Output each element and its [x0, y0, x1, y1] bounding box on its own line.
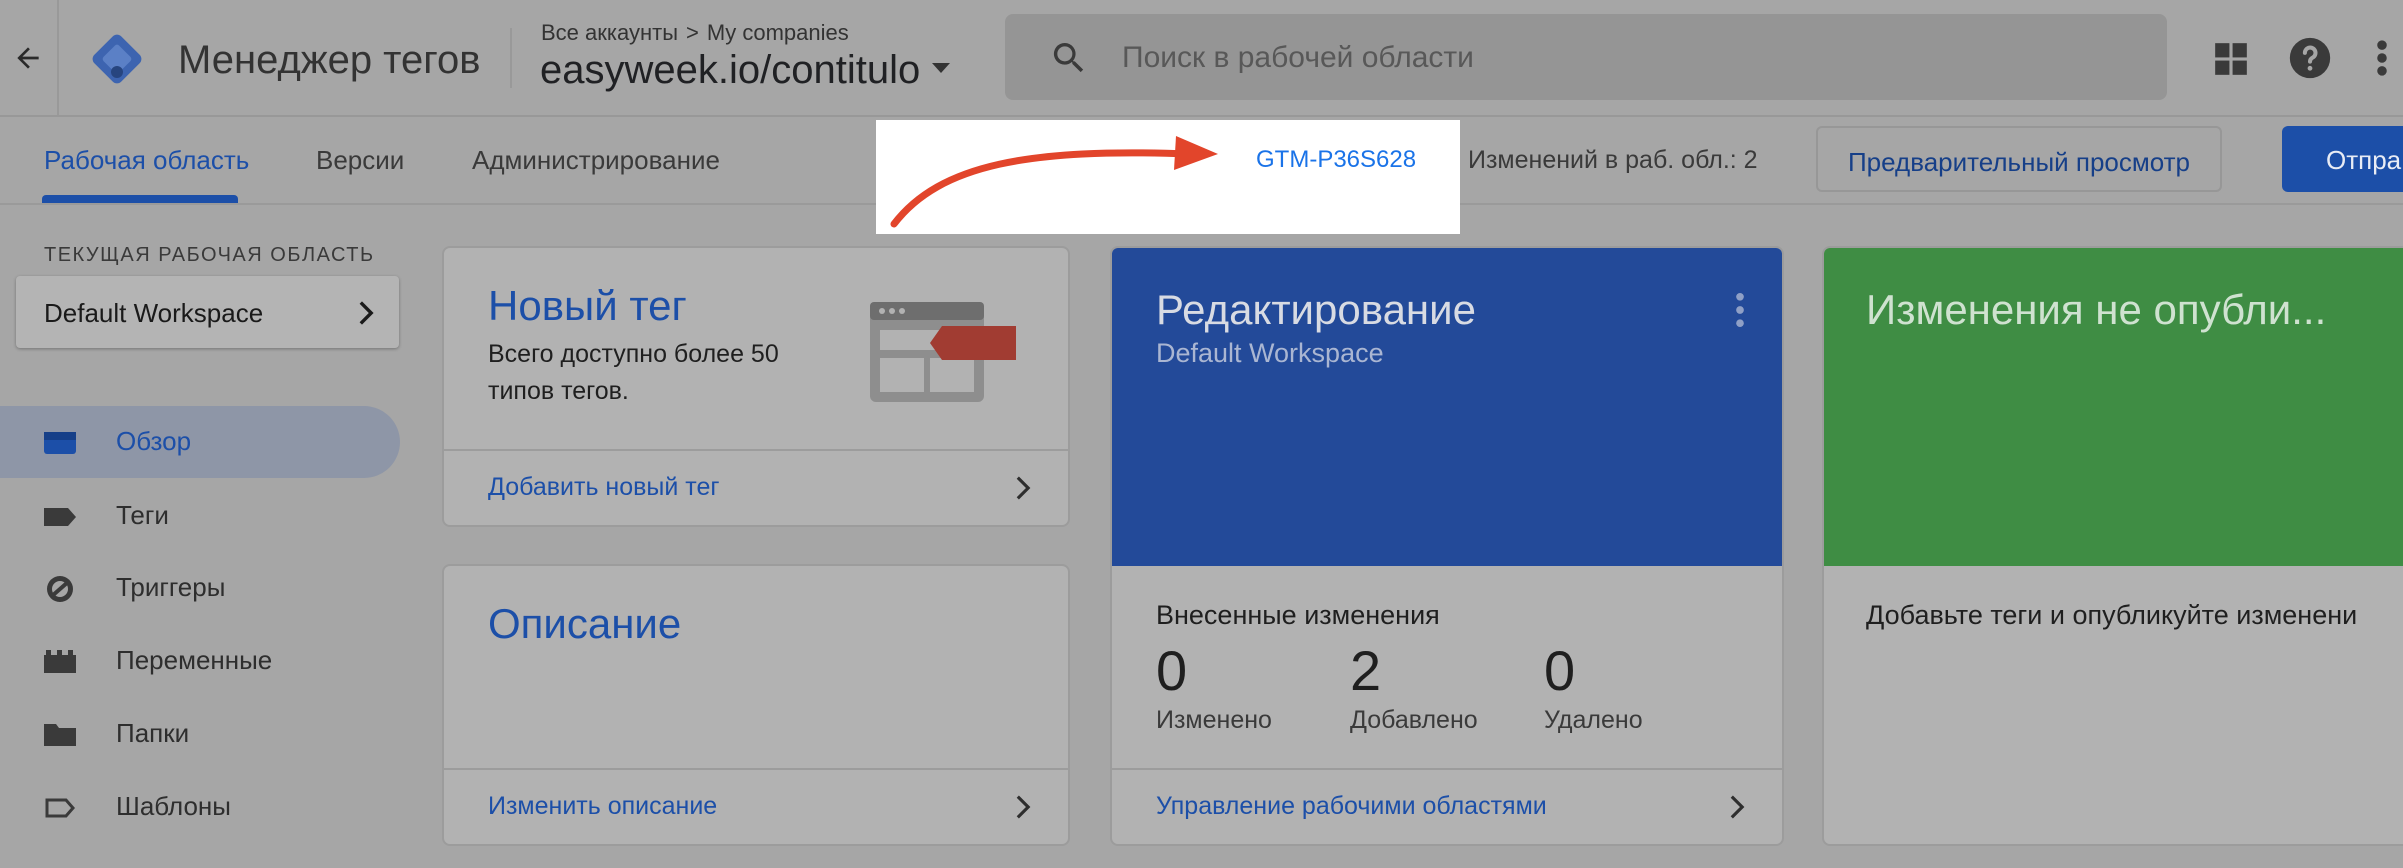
overview-icon [44, 432, 76, 454]
breadcrumb-separator: > [686, 20, 699, 45]
search-icon[interactable] [1049, 38, 1089, 78]
breadcrumb-all-accounts[interactable]: Все аккаунты [541, 20, 678, 45]
editing-footer[interactable]: Управление рабочими областями [1112, 768, 1782, 844]
workspace-selector[interactable]: Default Workspace [16, 276, 399, 348]
more-vert-icon[interactable] [1734, 292, 1746, 328]
editing-title: Редактирование [1156, 286, 1476, 333]
unpublished-changes-card: Изменения не опубли... Добавьте теги и о… [1822, 246, 2403, 846]
apps-grid-icon[interactable] [2212, 40, 2250, 78]
stat-value: 0 [1156, 639, 1188, 702]
sidebar-item-label: Шаблоны [116, 791, 231, 821]
editing-card: Редактирование Default Workspace Внесенн… [1110, 246, 1784, 846]
search-bar[interactable] [1005, 14, 2167, 100]
manage-workspaces-link[interactable]: Управление рабочими областями [1156, 792, 1547, 821]
chevron-right-icon [1016, 476, 1031, 500]
unpublished-title: Изменения не опубли... [1866, 286, 2327, 333]
editing-card-header: Редактирование Default Workspace [1112, 248, 1782, 566]
header-divider [57, 0, 59, 115]
variables-icon [44, 650, 76, 673]
template-icon [45, 798, 75, 818]
sidebar-item-label: Обзор [116, 426, 192, 456]
description-title[interactable]: Описание [488, 600, 681, 648]
sidebar-item-label: Переменные [116, 645, 273, 675]
sidebar-item-tags[interactable]: Теги [0, 480, 400, 552]
preview-button[interactable]: Предварительный просмотр [1816, 126, 2222, 192]
container-name[interactable]: easyweek.io/contitulo [540, 48, 920, 92]
new-tag-description: Всего доступно более 50 типов тегов. [488, 340, 779, 405]
stat-label: Удалено [1544, 706, 1643, 734]
new-tag-footer[interactable]: Добавить новый тег [444, 449, 1068, 525]
add-new-tag-link[interactable]: Добавить новый тег [488, 473, 720, 502]
sidebar-item-label: Папки [116, 718, 190, 748]
top-app-bar: Менеджер тегов Все аккаунты > My companies… [0, 0, 2403, 117]
workspace-name: Default Workspace [44, 298, 264, 328]
new-tag-title[interactable]: Новый тег [488, 282, 687, 330]
back-arrow-icon[interactable] [12, 42, 44, 74]
sidebar-item-templates[interactable]: Шаблоны [0, 771, 400, 843]
container-id-link[interactable]: GTM-P36S628 [1256, 146, 1416, 174]
help-icon[interactable] [2288, 36, 2332, 80]
submit-button[interactable]: Отпра [2282, 126, 2403, 192]
stat-value: 2 [1350, 639, 1382, 702]
tag-icon [44, 508, 76, 526]
tab-workspace[interactable]: Рабочая область [44, 145, 249, 176]
editing-workspace-name: Default Workspace [1156, 338, 1384, 368]
chevron-right-icon [359, 301, 374, 325]
caret-down-icon[interactable] [932, 63, 951, 74]
stat-label: Изменено [1156, 706, 1272, 734]
search-input[interactable] [1120, 34, 2124, 82]
edit-description-link[interactable]: Изменить описание [488, 792, 717, 821]
workspace-changes-count: Изменений в раб. обл.: 2 [1468, 146, 1758, 174]
tab-versions[interactable]: Версии [316, 145, 404, 176]
unpublished-card-header: Изменения не опубли... [1824, 248, 2403, 566]
new-tag-card: Новый тег Всего доступно более 50 типов … [442, 246, 1070, 527]
trigger-icon [47, 576, 73, 602]
sidebar-item-label: Теги [116, 500, 169, 530]
workspace-section-label: ТЕКУЩАЯ РАБОЧАЯ ОБЛАСТЬ [44, 244, 375, 266]
more-vert-icon[interactable] [2372, 36, 2392, 80]
annotation-arrow-icon [890, 136, 1218, 228]
tag-manager-logo[interactable] [86, 28, 148, 90]
changes-heading: Внесенные изменения [1156, 600, 1440, 630]
tag-illustration-icon [870, 302, 1016, 402]
container-selector[interactable]: easyweek.io/contitulo [540, 48, 951, 93]
sidebar-item-folders[interactable]: Папки [0, 698, 400, 770]
sidebar-item-label: Триггеры [116, 572, 226, 602]
breadcrumb[interactable]: Все аккаунты > My companies [541, 20, 849, 46]
stat-label: Добавлено [1350, 706, 1478, 734]
chevron-right-icon [1730, 795, 1745, 819]
sidebar-item-overview[interactable]: Обзор [0, 406, 400, 478]
app-title: Менеджер тегов [178, 38, 481, 82]
sidebar-item-variables[interactable]: Переменные [0, 625, 400, 697]
stat-deleted: 0 Удалено [1544, 636, 1643, 735]
stat-added: 2 Добавлено [1350, 636, 1478, 735]
header-divider [510, 28, 512, 88]
chevron-right-icon [1016, 795, 1031, 819]
stat-modified: 0 Изменено [1156, 636, 1272, 735]
breadcrumb-account[interactable]: My companies [707, 20, 849, 45]
tab-admin[interactable]: Администрирование [472, 145, 720, 176]
folder-icon [44, 724, 76, 746]
stat-value: 0 [1544, 639, 1576, 702]
description-card: Описание Изменить описание [442, 564, 1070, 846]
active-tab-indicator [42, 195, 238, 203]
description-footer[interactable]: Изменить описание [444, 768, 1068, 844]
sidebar-item-triggers[interactable]: Триггеры [0, 552, 400, 624]
unpublished-description: Добавьте теги и опубликуйте изменени [1866, 600, 2358, 630]
